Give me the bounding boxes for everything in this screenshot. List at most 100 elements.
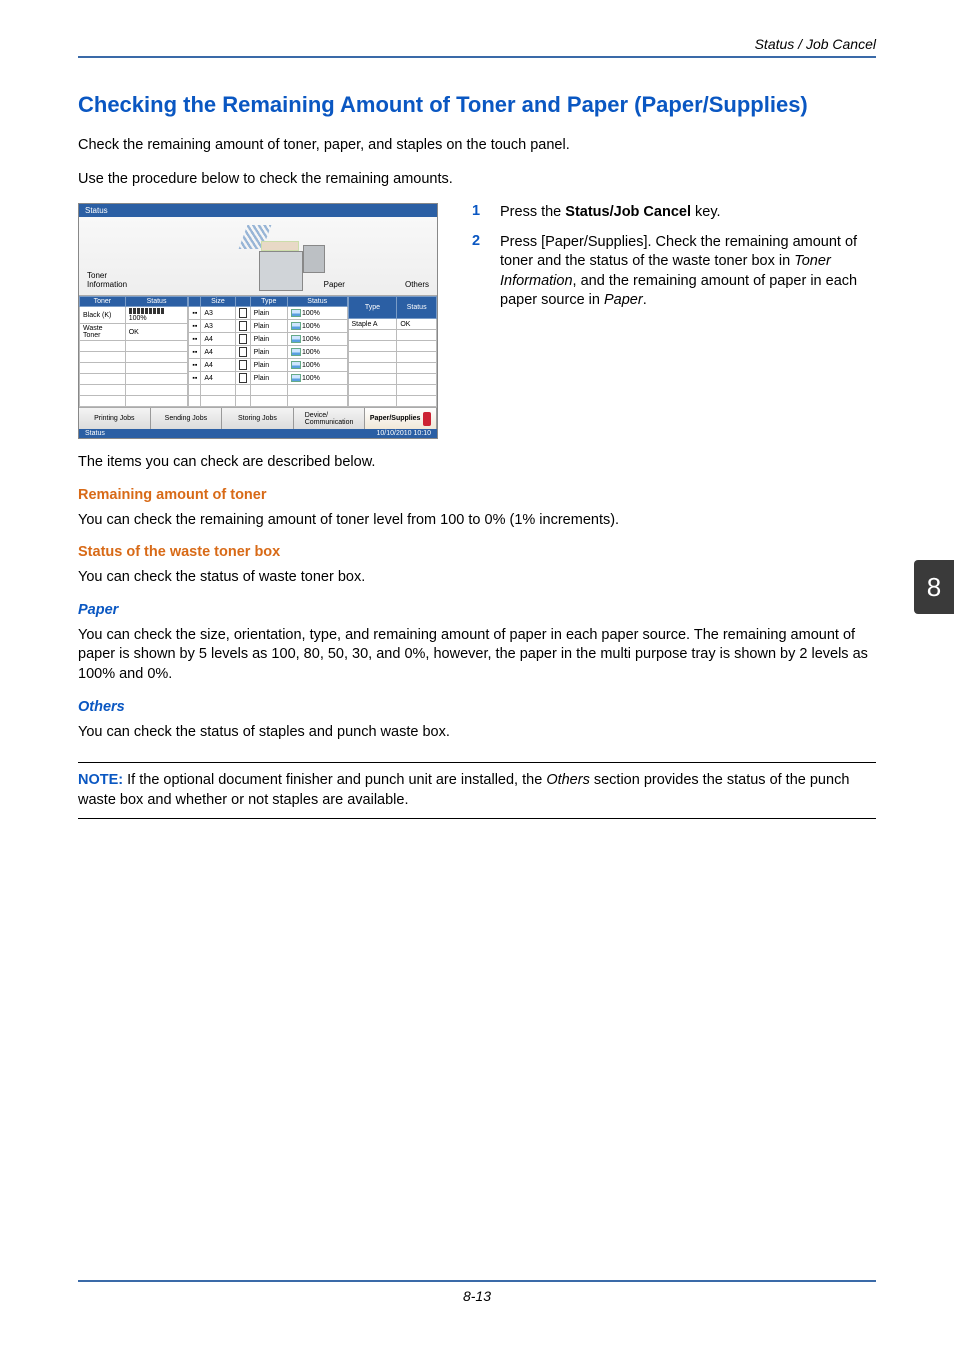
- chapter-tab: 8: [914, 560, 954, 614]
- orient-icon: [239, 373, 247, 383]
- cell: 100%: [287, 320, 347, 333]
- status-panel: Status Toner Information Paper Others To…: [78, 203, 438, 439]
- th-size: Size: [201, 297, 235, 307]
- cell-val: 100%: [302, 310, 320, 317]
- table-row: ▪▪A4Plain100%: [189, 333, 347, 346]
- cell: A3: [201, 307, 235, 320]
- step-1: 1 Press the Status/Job Cancel key.: [472, 203, 876, 223]
- heading-waste-toner: Status of the waste toner box: [78, 544, 876, 560]
- th-others-status: Status: [397, 297, 437, 319]
- cell-val: 100%: [302, 362, 320, 369]
- tab-storing-jobs[interactable]: Storing Jobs: [222, 408, 294, 429]
- tab-device-communication[interactable]: Device/ Communication: [294, 408, 366, 429]
- orient-icon: [239, 347, 247, 357]
- cell: Plain: [250, 307, 287, 320]
- printer-illustration: [239, 231, 314, 291]
- gauge-icon: [129, 308, 165, 314]
- others-label: Others: [405, 280, 429, 289]
- th-type: Type: [250, 297, 287, 307]
- toner-table: TonerStatus Black (K)100% Waste TonerOK: [79, 296, 188, 407]
- table-row: Waste TonerOK: [80, 324, 188, 341]
- pin-icon: [423, 412, 431, 426]
- heading-remaining-toner: Remaining amount of toner: [78, 487, 876, 503]
- heading-others: Others: [78, 699, 876, 715]
- cell: A4: [201, 333, 235, 346]
- tab-paper-supplies[interactable]: Paper/Supplies: [365, 408, 437, 429]
- step-2: 2 Press [Paper/Supplies]. Check the rema…: [472, 233, 876, 311]
- orient-icon: [239, 308, 247, 318]
- page-number: 8-13: [463, 1288, 491, 1304]
- orient-icon: [239, 360, 247, 370]
- cell: A4: [201, 346, 235, 359]
- cell: Waste Toner: [80, 324, 126, 341]
- para-remaining-toner: You can check the remaining amount of to…: [78, 511, 876, 531]
- table-row: ▪▪A3Plain100%: [189, 307, 347, 320]
- cell: 100%: [287, 307, 347, 320]
- table-row: ▪▪A4Plain100%: [189, 372, 347, 385]
- toner-info-label: Toner Information: [87, 271, 139, 289]
- heading-paper: Paper: [78, 602, 876, 618]
- intro-1: Check the remaining amount of toner, pap…: [78, 136, 876, 156]
- cell: Black (K): [80, 307, 126, 324]
- table-row: Staple AOK: [348, 319, 437, 330]
- cell: A3: [201, 320, 235, 333]
- cell: Plain: [250, 320, 287, 333]
- level-icon: [291, 348, 301, 356]
- orient-icon: [239, 321, 247, 331]
- note-label: NOTE:: [78, 772, 123, 788]
- cell-val: 100%: [302, 375, 320, 382]
- th-others-type: Type: [348, 297, 397, 319]
- page-title: Checking the Remaining Amount of Toner a…: [78, 92, 876, 118]
- step-ital: Paper: [604, 292, 643, 308]
- step-text: Press the: [500, 204, 565, 220]
- cell-val: 100%: [302, 336, 320, 343]
- cell-val: 100%: [129, 315, 147, 322]
- panel-foot-status: Status: [85, 430, 105, 437]
- cell: Staple A: [348, 319, 397, 330]
- orient-icon: [239, 334, 247, 344]
- th-paper-status: Status: [287, 297, 347, 307]
- panel-title-bar: Status: [79, 204, 437, 217]
- cell: 100%: [287, 359, 347, 372]
- paper-table: SizeTypeStatus ▪▪A3Plain100% ▪▪A3Plain10…: [188, 296, 347, 407]
- tab-sending-jobs[interactable]: Sending Jobs: [151, 408, 223, 429]
- cell: Plain: [250, 372, 287, 385]
- cell-val: 100%: [302, 349, 320, 356]
- note-box: NOTE: If the optional document finisher …: [78, 762, 876, 819]
- level-icon: [291, 309, 301, 317]
- step-text: .: [643, 292, 647, 308]
- table-row: ▪▪A4Plain100%: [189, 346, 347, 359]
- cell: OK: [397, 319, 437, 330]
- para-paper: You can check the size, orientation, typ…: [78, 626, 876, 685]
- table-row: ▪▪A3Plain100%: [189, 320, 347, 333]
- th-toner: Toner: [80, 297, 126, 307]
- para-waste-toner: You can check the status of waste toner …: [78, 568, 876, 588]
- cell-val: 100%: [302, 323, 320, 330]
- others-table: TypeStatus Staple AOK: [348, 296, 438, 407]
- note-text: If the optional document finisher and pu…: [123, 772, 546, 788]
- para-others: You can check the status of staples and …: [78, 723, 876, 743]
- step-number: 1: [472, 203, 486, 223]
- cell: 100%: [287, 333, 347, 346]
- step-number: 2: [472, 233, 486, 311]
- cell: Plain: [250, 346, 287, 359]
- cell: A4: [201, 372, 235, 385]
- after-panel-text: The items you can check are described be…: [78, 453, 876, 473]
- cell: Plain: [250, 359, 287, 372]
- th-toner-status: Status: [125, 297, 188, 307]
- cell: Plain: [250, 333, 287, 346]
- level-icon: [291, 335, 301, 343]
- level-icon: [291, 374, 301, 382]
- note-ital: Others: [546, 772, 590, 788]
- cell: 100%: [125, 307, 188, 324]
- cell: OK: [125, 324, 188, 341]
- tab-printing-jobs[interactable]: Printing Jobs: [79, 408, 151, 429]
- step-bold: Status/Job Cancel: [565, 204, 691, 220]
- page-footer: 8-13: [78, 1280, 876, 1304]
- section-title: Status / Job Cancel: [755, 36, 876, 52]
- paper-label: Paper: [324, 280, 345, 289]
- level-icon: [291, 322, 301, 330]
- table-row: Black (K)100%: [80, 307, 188, 324]
- cell: 100%: [287, 372, 347, 385]
- cell: 100%: [287, 346, 347, 359]
